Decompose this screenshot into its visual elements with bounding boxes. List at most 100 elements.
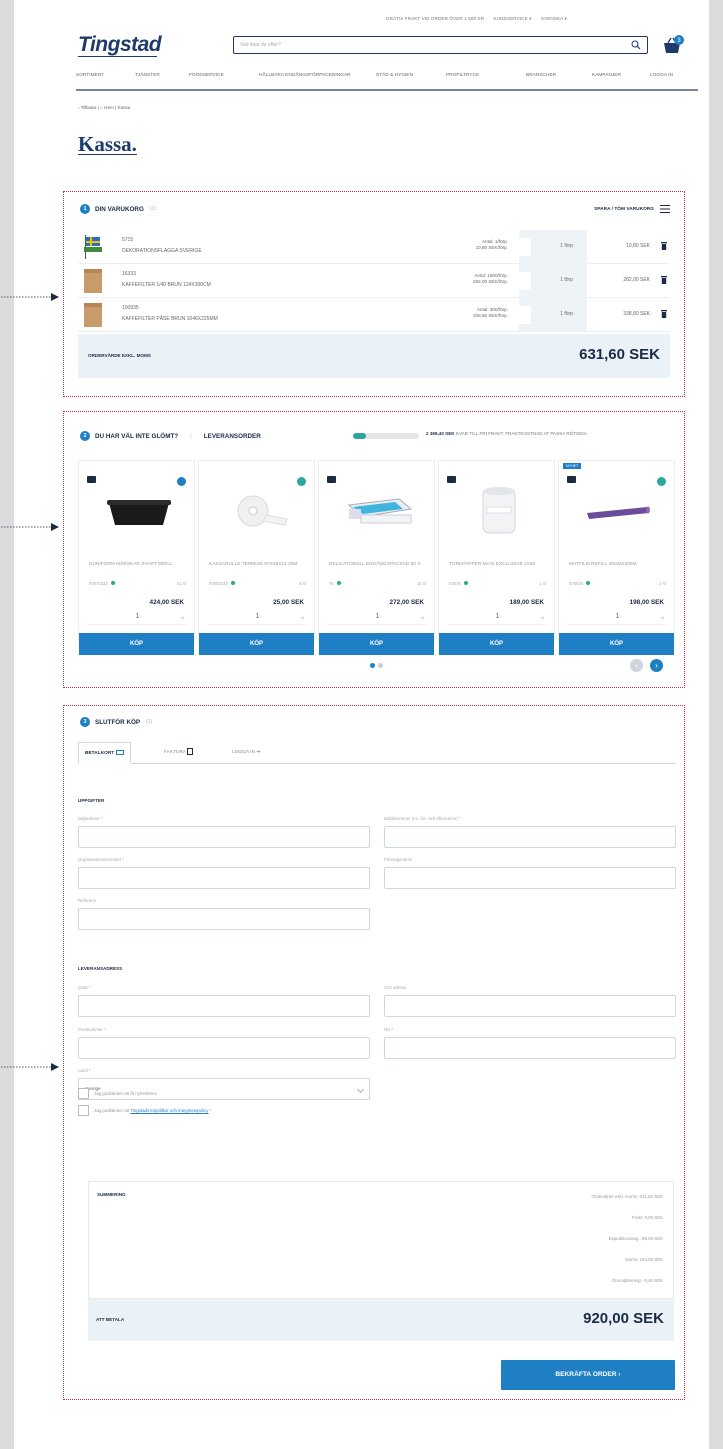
tab-card[interactable]: BETALKORT	[78, 742, 131, 764]
quantity-value: 1 förp	[560, 277, 573, 283]
customer-service-menu[interactable]: KUNDSERVICE ▾	[494, 16, 532, 21]
nav-item-foodservice[interactable]: FOODSERVICE	[189, 73, 224, 78]
nav-item-stad-hygien[interactable]: STÄD & HYGIEN	[376, 73, 413, 78]
product-name[interactable]: MATFILM REFILL 45CMX300M	[569, 561, 669, 568]
confirm-order-button[interactable]: BEKRÄFTA ORDER ›	[501, 1360, 675, 1390]
terms-link[interactable]: Tingstads köpvillkor och integritetspoli…	[130, 1108, 208, 1113]
terms-checkbox[interactable]	[78, 1105, 89, 1116]
nav-item-profiltryck[interactable]: PROFILTRYCK	[446, 73, 479, 78]
nav-item-login[interactable]: LOGGA IN	[650, 73, 673, 78]
menu-icon[interactable]	[660, 205, 670, 213]
camera-icon[interactable]	[327, 476, 336, 483]
search-icon[interactable]	[631, 40, 641, 50]
product-sku: 675636	[569, 581, 583, 586]
nav-item-bransch[interactable]: BRANSCHER	[526, 73, 556, 78]
camera-icon[interactable]	[447, 476, 456, 483]
product-image	[237, 495, 288, 527]
product-stock: 18 st	[416, 581, 426, 586]
cart-item-name[interactable]: KAFFEFILTER PÅSE BRUN 1046X225MM	[122, 316, 218, 322]
newsletter-checkbox[interactable]	[78, 1088, 89, 1099]
new-badge: NYHET	[563, 463, 582, 469]
reference-field[interactable]	[78, 908, 370, 930]
quantity-unit: st	[540, 615, 544, 620]
cart-item-name[interactable]: DEKORATIONSFLAGGA SVERIGE	[122, 248, 202, 254]
logo[interactable]: Tingstad	[78, 33, 162, 57]
product-sku: 00076333	[89, 581, 108, 586]
stock-dot-icon	[336, 581, 341, 585]
pagination-dot[interactable]	[378, 663, 383, 668]
nav-item-tjanster[interactable]: TJÄNSTER	[135, 73, 160, 78]
product-card[interactable]: KASSARULLE TERMISK 57X46X12 20M 00002333…	[198, 460, 315, 655]
product-sku: 76	[329, 581, 334, 586]
trash-icon[interactable]	[661, 242, 667, 250]
delivery-order-tab[interactable]: LEVERANSORDER	[204, 433, 261, 440]
save-empty-cart-link[interactable]: SPARA / TÖM VARUKORG	[594, 207, 654, 212]
newsletter-label: Jag godkänner att få nyhetsbrev	[94, 1091, 157, 1096]
product-card[interactable]: DUNIFORM MÅRSKAR SVART 900CL 00076333 21 …	[78, 460, 195, 655]
quantity-input[interactable]: 1 st	[449, 613, 546, 625]
product-card[interactable]: TORKPAPPER MAXI EXCLUSIVE 1x50 03076 1 st…	[438, 460, 555, 655]
product-name[interactable]: DELICATOBOLL ENGÅNGSPACKAD 90 X	[329, 561, 429, 568]
zip-field[interactable]	[78, 1037, 370, 1059]
buy-button[interactable]: KÖP	[79, 633, 194, 655]
upsell-title[interactable]: DU HAR VÄL INTE GLÖMT?	[95, 433, 178, 440]
product-name[interactable]: KASSARULLE TERMISK 57X46X12 20M	[209, 561, 309, 568]
product-name[interactable]: TORKPAPPER MAXI EXCLUSIVE 1x50	[449, 561, 549, 568]
summary-line: Öresutjämning: -0,40 SEK	[611, 1278, 663, 1283]
city-field[interactable]	[384, 1037, 676, 1059]
buy-button[interactable]: KÖP	[559, 633, 674, 655]
quantity-selector[interactable]: 1 förp	[519, 264, 587, 297]
company-field[interactable]	[384, 867, 676, 889]
quantity-input[interactable]: 1 st	[209, 613, 306, 625]
email-field[interactable]	[78, 826, 370, 848]
product-card[interactable]: NYHET MATFILM REFILL 45CMX300M 675636 2 s…	[558, 460, 675, 655]
carousel-next-button[interactable]: ›	[650, 659, 663, 672]
quantity-value: 1 förp	[560, 311, 573, 317]
camera-icon[interactable]	[567, 476, 576, 483]
breadcrumb[interactable]: ‹ Tillbaka | ⌂ Hem | Kassa	[78, 105, 130, 110]
carousel-prev-button[interactable]: ‹	[630, 659, 643, 672]
nav-item-hallbara[interactable]: HÅLLBARA ENGÅNGSFÖRPACKNINGAR	[259, 73, 351, 78]
quantity-input[interactable]: 1 st	[569, 613, 666, 625]
checkout-heading: 3 SLUTFÖR KÖP (3)	[80, 717, 152, 727]
buy-button[interactable]: KÖP	[319, 633, 434, 655]
quantity-input[interactable]: 1 st	[329, 613, 426, 625]
delivery-heading: LEVERANSADRESS	[78, 966, 123, 971]
nav-item-sortiment[interactable]: SORTIMENT	[76, 73, 104, 78]
product-card[interactable]: DELICATOBOLL ENGÅNGSPACKAD 90 X 76 18 st …	[318, 460, 435, 655]
nav-item-kampanjer[interactable]: KAMPANJER	[592, 73, 621, 78]
country-select[interactable]: Sverige	[78, 1078, 370, 1100]
cart-icon[interactable]: 3	[662, 34, 684, 54]
product-name[interactable]: DUNIFORM MÅRSKAR SVART 900CL	[89, 561, 189, 568]
tab-login[interactable]: LOGGA IN ➜	[226, 742, 266, 764]
document-icon	[187, 748, 194, 756]
quantity-selector[interactable]: 1 förp	[519, 298, 587, 331]
filter-thumbnail	[84, 303, 102, 327]
cart-section: 1 DIN VARUKORG (3) SPARA / TÖM VARUKORG …	[1, 191, 685, 397]
language-menu[interactable]: SVENSKA ▾	[541, 16, 567, 21]
tab-invoice[interactable]: FAKTURA	[158, 742, 199, 764]
quantity-input[interactable]: 1 st	[89, 613, 186, 625]
camera-icon[interactable]	[87, 476, 96, 483]
search-input[interactable]: Vad letar du efter?	[233, 36, 648, 54]
org-label: Organisationsnummer *	[78, 857, 125, 862]
pagination-dot[interactable]	[370, 663, 375, 668]
upsell-section: 2 DU HAR VÄL INTE GLÖMT? | LEVERANSORDER…	[1, 411, 685, 688]
annotation-arrow	[1, 523, 59, 531]
trash-icon[interactable]	[661, 276, 667, 284]
co-address-field[interactable]	[384, 995, 676, 1017]
checkmark-icon	[657, 477, 666, 486]
filter-thumbnail	[84, 269, 102, 293]
cart-item-name[interactable]: KAFFEFILTER 1/40 BRUN 124X300CM	[122, 282, 211, 288]
buy-button[interactable]: KÖP	[439, 633, 554, 655]
street-field[interactable]	[78, 995, 370, 1017]
trash-icon[interactable]	[661, 310, 667, 318]
summary-line: Moms: 184,00 SEK	[625, 1257, 663, 1262]
quantity-selector[interactable]: 1 förp	[519, 230, 587, 263]
phone-field[interactable]	[384, 826, 676, 848]
quantity-unit: st	[420, 615, 424, 620]
buy-button[interactable]: KÖP	[199, 633, 314, 655]
company-label: Företagsnamn	[384, 857, 413, 862]
top-bar: GRATIS FRAKT VID ORDER ÖVER 1 500 KR KUN…	[386, 16, 575, 22]
org-number-field[interactable]	[78, 867, 370, 889]
